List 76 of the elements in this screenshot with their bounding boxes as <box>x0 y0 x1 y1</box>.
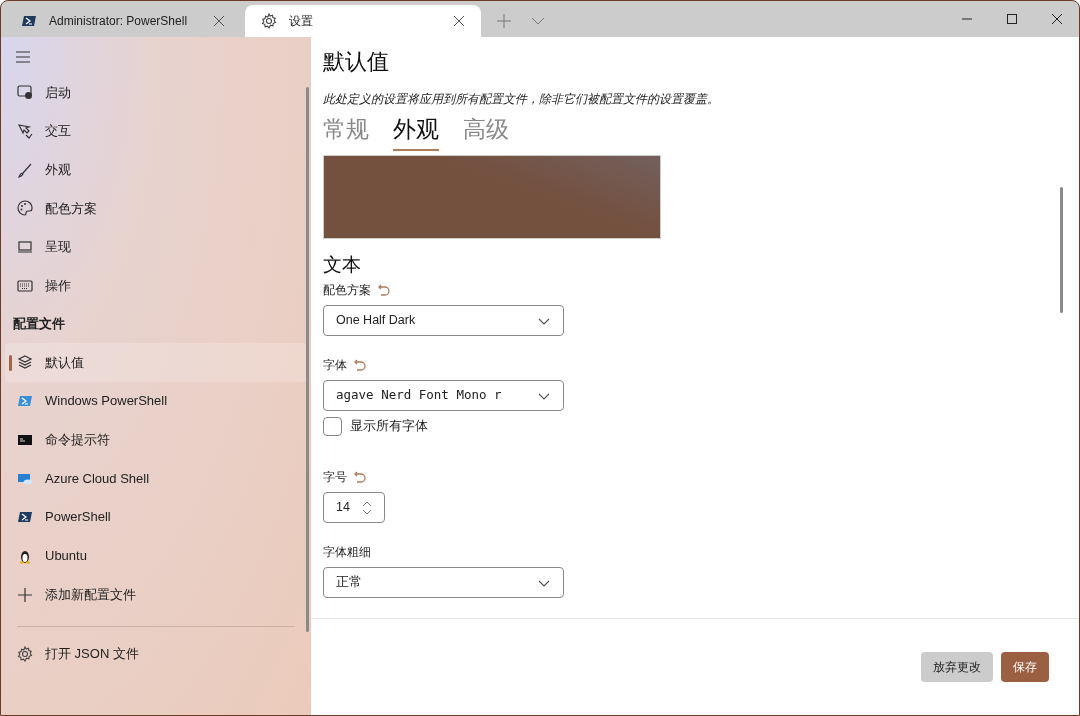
nav-item[interactable]: 外观 <box>5 150 307 190</box>
nav-label: 添加新配置文件 <box>45 585 136 604</box>
brush-icon <box>17 161 33 178</box>
number-value: 14 <box>336 499 350 517</box>
tab-title: 设置 <box>289 13 314 30</box>
setting-label: 字号 <box>323 469 347 486</box>
dropdown[interactable]: 正常 <box>323 567 564 598</box>
settings-icon <box>17 645 33 662</box>
setting-label: 字体粗细 <box>323 544 371 561</box>
section-tab[interactable]: 常规 <box>323 112 369 151</box>
launch-icon <box>17 84 33 101</box>
save-button[interactable]: 保存 <box>1001 652 1049 682</box>
section-tab[interactable]: 外观 <box>393 112 439 151</box>
selection-indicator <box>9 355 12 372</box>
window-tab[interactable]: 设置 <box>245 5 481 37</box>
nav-item[interactable]: 启动 <box>5 73 307 112</box>
nav-item[interactable]: 打开 JSON 文件 <box>5 634 307 673</box>
layers-icon <box>17 354 33 371</box>
nav-label: 启动 <box>45 83 71 102</box>
section-heading: 文本 <box>323 252 362 277</box>
nav-label: Azure Cloud Shell <box>45 469 150 488</box>
reset-icon[interactable] <box>377 283 391 297</box>
setting-label: 配色方案 <box>323 282 371 299</box>
dropdown[interactable]: agave Nerd Font Mono r <box>323 380 564 411</box>
number-field[interactable]: 14 <box>323 492 385 523</box>
dropdown-value: 正常 <box>336 574 362 592</box>
maximize-icon <box>1006 14 1017 24</box>
nav-item[interactable]: Windows PowerShell <box>5 381 307 421</box>
nav-item[interactable]: 命令提示符 <box>5 420 307 460</box>
nav-label: 默认值 <box>45 353 84 372</box>
hand-pointer-icon <box>17 123 33 140</box>
nav-item[interactable]: PowerShell <box>5 497 307 537</box>
reset-icon[interactable] <box>353 470 367 484</box>
section-tab[interactable]: 高级 <box>463 112 509 151</box>
section-heading: 配置文件 <box>12 315 66 334</box>
nav-item[interactable]: 交互 <box>5 111 307 151</box>
nav-item[interactable]: Azure Cloud Shell <box>5 459 307 498</box>
menu-icon[interactable] <box>15 49 31 65</box>
nav-item[interactable]: 默认值 <box>5 343 307 382</box>
setting-label: 字体 <box>323 357 347 374</box>
nav-label: Ubuntu <box>45 547 87 566</box>
nav-label: PowerShell <box>45 508 111 527</box>
dropdown[interactable]: One Half Dark <box>323 305 564 336</box>
settings-icon <box>261 13 277 29</box>
close-icon[interactable] <box>213 15 225 27</box>
nav-item[interactable]: 添加新配置文件 <box>5 575 307 614</box>
nav-label: 打开 JSON 文件 <box>45 645 139 664</box>
nav-item[interactable]: Ubuntu <box>5 536 307 576</box>
checkbox[interactable] <box>323 417 342 436</box>
nav-item[interactable]: 配色方案 <box>5 189 307 228</box>
page-title: 默认值 <box>323 48 390 76</box>
nav-item[interactable]: 操作 <box>5 266 307 306</box>
spinner-icon[interactable] <box>362 500 372 515</box>
nav-label: 命令提示符 <box>45 431 110 450</box>
laptop-icon <box>17 239 33 256</box>
close-icon[interactable] <box>453 15 465 27</box>
nav-item[interactable]: 呈现 <box>5 227 307 267</box>
nav-label: 外观 <box>45 160 71 179</box>
keyboard-icon <box>17 277 33 294</box>
nav-label: 操作 <box>45 277 71 296</box>
nav-label: 配色方案 <box>45 199 97 218</box>
discard-button[interactable]: 放弃更改 <box>921 652 993 682</box>
description: 此处定义的设置将应用到所有配置文件，除非它们被配置文件的设置覆盖。 <box>323 91 720 108</box>
nav-label: 呈现 <box>45 238 71 257</box>
dropdown-value: One Half Dark <box>336 312 416 330</box>
plus-icon <box>17 586 33 603</box>
nav-label: Windows PowerShell <box>45 392 168 411</box>
checkbox-label: 显示所有字体 <box>350 418 428 436</box>
nav-label: 交互 <box>45 122 71 141</box>
dropdown-value: agave Nerd Font Mono r <box>336 386 502 405</box>
close-icon <box>1051 14 1062 24</box>
reset-icon[interactable] <box>353 358 367 372</box>
terminal-icon <box>21 13 37 29</box>
palette-icon <box>17 200 33 217</box>
window-tab[interactable]: Administrator: PowerShell <box>5 5 241 37</box>
tab-title: Administrator: PowerShell <box>49 13 189 30</box>
